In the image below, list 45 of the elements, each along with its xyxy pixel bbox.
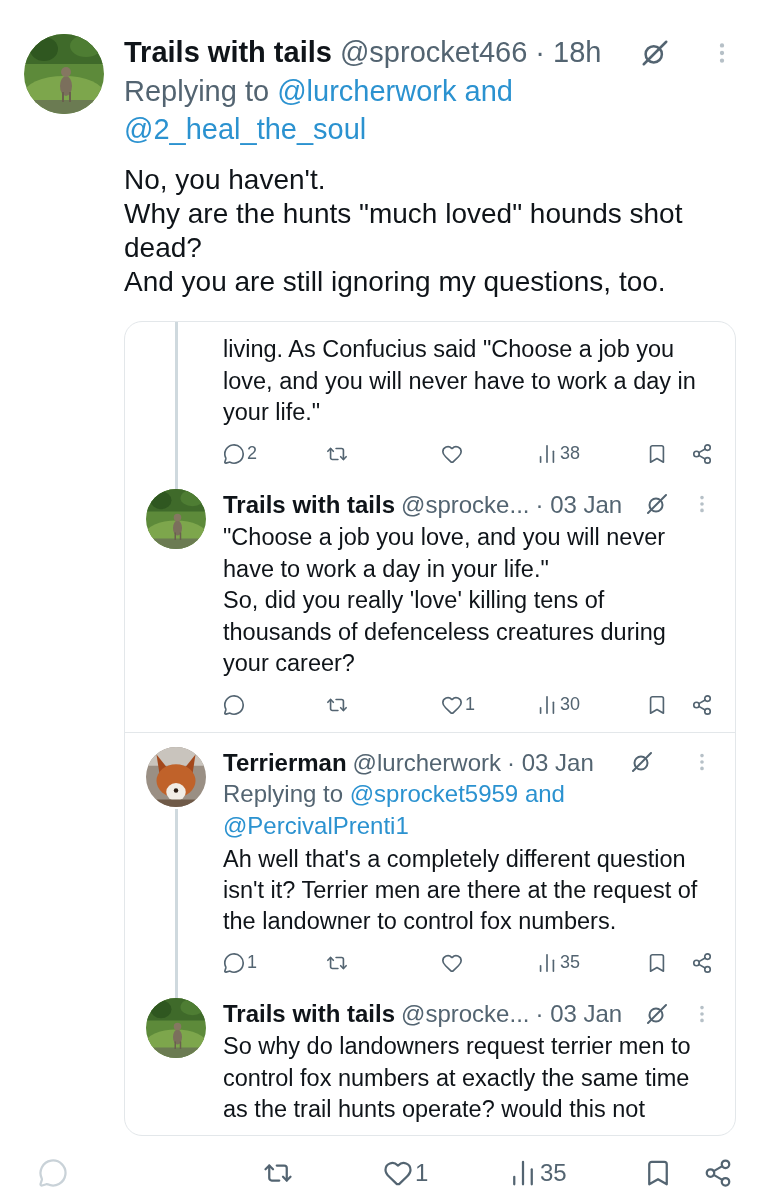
author-name[interactable]: Terrierman bbox=[223, 746, 347, 778]
post-text: So, did you really 'love' killing tens of thousands of defenceless creatures during your career? bbox=[223, 586, 667, 678]
post-time: · 03 Jan bbox=[535, 489, 623, 520]
post-text: Why are the hunts "much loved" hounds shot dead? bbox=[124, 196, 684, 266]
views-button[interactable]: 35 bbox=[508, 1158, 643, 1189]
post-text: So why do landowners request terrier men to control fox numbers at exactly the same time as the trail hunts operate? would this not bbox=[223, 1032, 692, 1125]
reply-button[interactable]: 1 bbox=[223, 951, 326, 974]
post-text: living. As Confucius said "Choose a job you love, and you will never have to work a day in your life." bbox=[223, 335, 697, 428]
reply-icon bbox=[223, 951, 245, 974]
author-name[interactable]: Trails with tails bbox=[124, 34, 332, 72]
mention-link[interactable]: @lurcherwork and bbox=[277, 74, 513, 107]
post-text: No, you haven't. bbox=[124, 162, 327, 197]
author-handle[interactable]: @sprocke... bbox=[401, 997, 530, 1030]
author-handle[interactable]: @lurcherwork bbox=[352, 746, 501, 778]
slashed-circle-icon[interactable] bbox=[644, 1001, 669, 1026]
post-text: And you are still ignoring my questions, too. bbox=[124, 265, 667, 300]
share-icon[interactable] bbox=[691, 693, 713, 716]
mention-link[interactable]: @sprocket5959 and bbox=[349, 779, 565, 807]
slashed-circle-icon[interactable] bbox=[644, 492, 669, 517]
post-time: · 03 Jan bbox=[535, 998, 623, 1029]
reply-context: Replying to @sprocket5959 and @PercivalPrenti1 bbox=[223, 778, 566, 841]
mention-link[interactable]: @2_heal_the_soul bbox=[124, 113, 367, 146]
share-icon[interactable] bbox=[691, 442, 713, 465]
share-icon[interactable] bbox=[703, 1158, 733, 1189]
post-time: · 18h bbox=[535, 35, 602, 70]
reply-icon bbox=[223, 442, 245, 465]
post-text: "Choose a job you love, and you will never have to work a day in your life." bbox=[223, 523, 667, 584]
author-name[interactable]: Trails with tails bbox=[223, 997, 396, 1030]
post-text: Ah well that's a completely different question isn't it? Terrier men are there at the request of the landowner to control fox numbers. bbox=[223, 844, 699, 937]
like-button[interactable]: 1 bbox=[441, 693, 536, 716]
mention-link[interactable]: @PercivalPrenti1 bbox=[223, 811, 409, 839]
reply-icon bbox=[38, 1158, 68, 1189]
author-name[interactable]: Trails with tails bbox=[223, 488, 396, 521]
share-icon[interactable] bbox=[691, 951, 713, 974]
slashed-circle-icon[interactable] bbox=[630, 750, 655, 775]
author-handle[interactable]: @sprocke... bbox=[401, 488, 530, 521]
post-time: · 03 Jan bbox=[507, 747, 594, 778]
views-button[interactable]: 38 bbox=[536, 442, 646, 465]
like-button[interactable]: 1 bbox=[383, 1158, 508, 1189]
author-handle[interactable]: @sprocket466 bbox=[339, 34, 528, 72]
reply-icon bbox=[223, 693, 245, 716]
views-button[interactable]: 30 bbox=[536, 693, 646, 716]
reply-button[interactable]: 2 bbox=[223, 442, 326, 465]
views-button[interactable]: 35 bbox=[536, 951, 646, 974]
reply-context: Replying to @lurcherwork and @2_heal_the_soul bbox=[124, 73, 514, 148]
